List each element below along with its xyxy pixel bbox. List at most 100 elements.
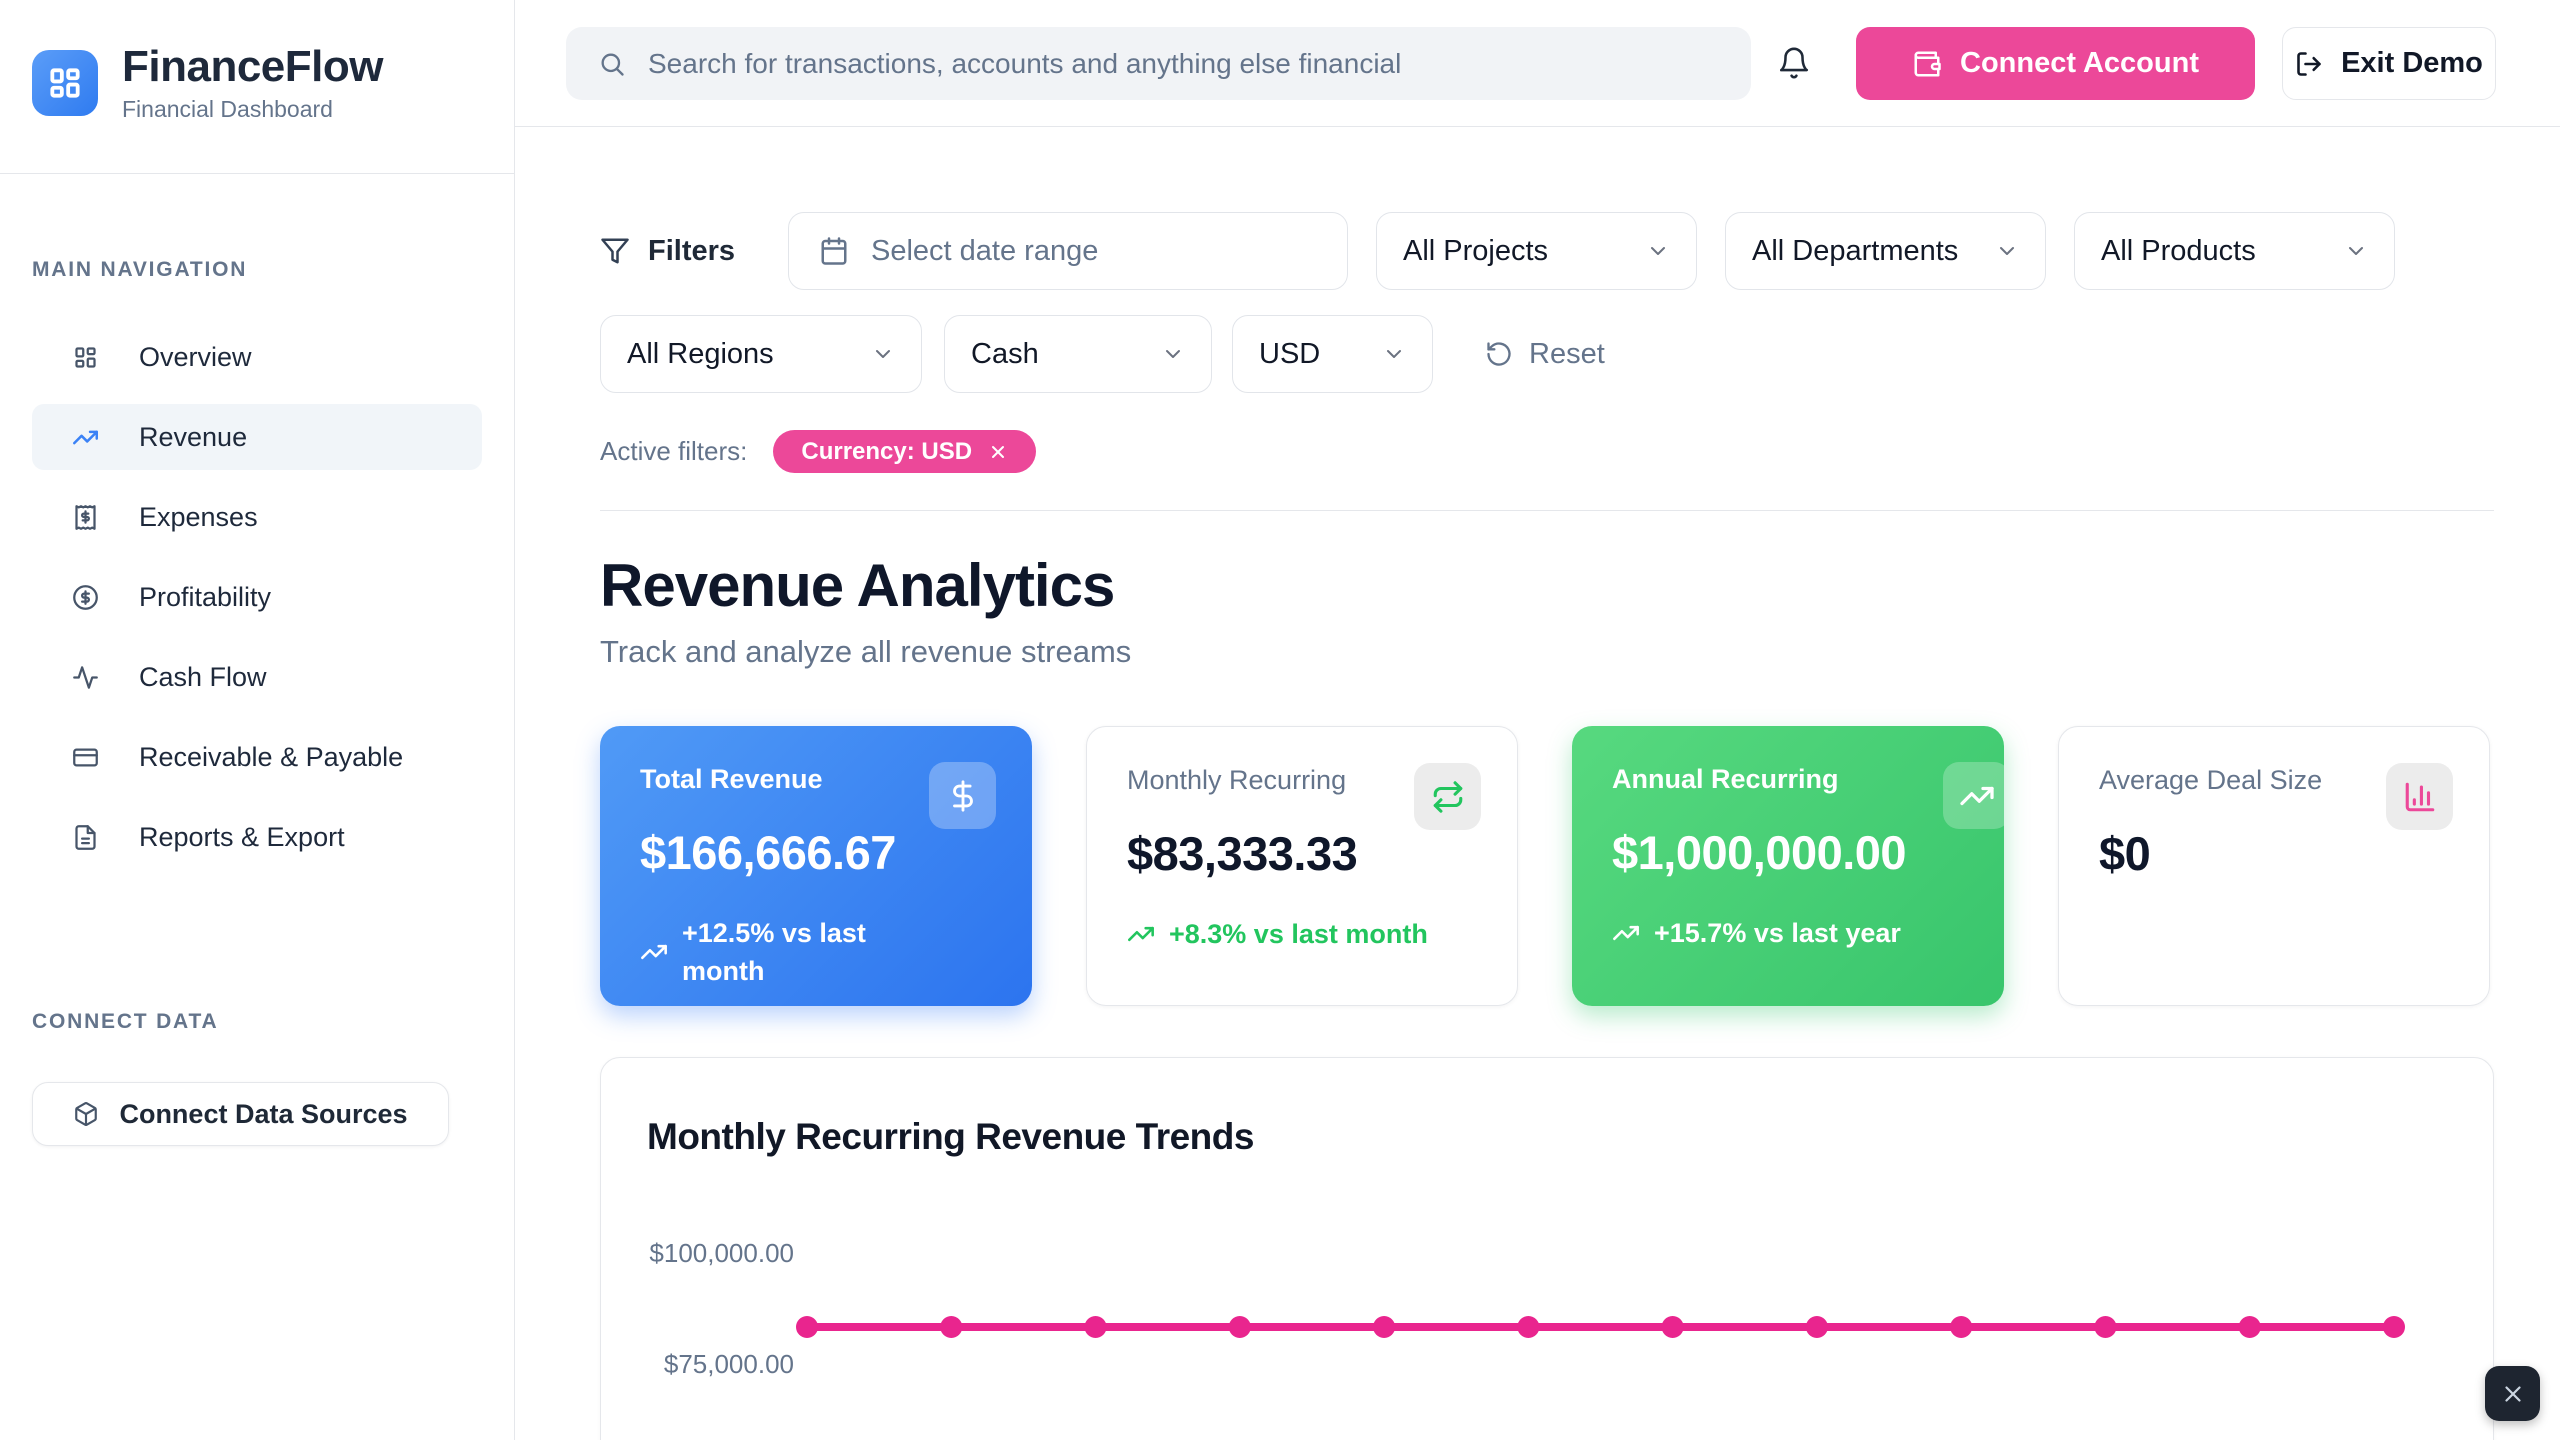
- sidebar-item-expenses[interactable]: Expenses: [32, 484, 482, 550]
- chevron-down-icon: [871, 342, 895, 366]
- receipt-icon: [72, 504, 99, 531]
- funnel-icon: [600, 236, 630, 266]
- sidebar-item-label: Profitability: [139, 582, 271, 613]
- circle-dollar-icon: [72, 584, 99, 611]
- credit-card-icon: [72, 744, 99, 771]
- search-box: [566, 27, 1751, 100]
- app-title: FinanceFlow: [122, 42, 383, 92]
- connect-account-button[interactable]: Connect Account: [1856, 27, 2255, 100]
- nav-section-label: MAIN NAVIGATION: [0, 258, 514, 282]
- sidebar: FinanceFlow Financial Dashboard MAIN NAV…: [0, 0, 515, 1440]
- date-range-input[interactable]: Select date range: [788, 212, 1348, 290]
- sidebar-item-label: Receivable & Payable: [139, 742, 403, 773]
- data-point-marker[interactable]: [2094, 1316, 2116, 1338]
- data-point-marker[interactable]: [1806, 1316, 1828, 1338]
- sidebar-item-reports-export[interactable]: Reports & Export: [32, 804, 482, 870]
- stat-card-annual-recurring: Annual Recurring $1,000,000.00 +15.7% vs…: [1572, 726, 2004, 1006]
- departments-select[interactable]: All Departments: [1725, 212, 2046, 290]
- projects-select[interactable]: All Projects: [1376, 212, 1697, 290]
- date-range-placeholder: Select date range: [871, 235, 1098, 268]
- file-text-icon: [72, 824, 99, 851]
- filter-chip-currency[interactable]: Currency: USD: [773, 430, 1036, 473]
- active-filters-label: Active filters:: [600, 436, 747, 467]
- payment-type-select[interactable]: Cash: [944, 315, 1212, 393]
- data-point-marker[interactable]: [1373, 1316, 1395, 1338]
- data-point-marker[interactable]: [1085, 1316, 1107, 1338]
- filters-row-2: All Regions Cash USD Reset: [600, 315, 2494, 393]
- data-point-marker[interactable]: [1517, 1316, 1539, 1338]
- stat-value: $0: [2099, 826, 2449, 881]
- app-subtitle: Financial Dashboard: [122, 96, 383, 123]
- bell-icon: [1777, 46, 1811, 83]
- reset-label: Reset: [1529, 338, 1605, 371]
- trending-up-icon: [1612, 919, 1640, 947]
- main-navigation: Overview Revenue Expenses Profitability …: [0, 324, 514, 870]
- data-point-marker[interactable]: [1229, 1316, 1251, 1338]
- connect-data-section-label: CONNECT DATA: [0, 1010, 514, 1034]
- chevron-down-icon: [1382, 342, 1406, 366]
- departments-select-value: All Departments: [1752, 235, 1958, 268]
- calendar-icon: [819, 236, 849, 266]
- exit-demo-button[interactable]: Exit Demo: [2282, 27, 2496, 100]
- activity-icon: [72, 664, 99, 691]
- data-point-marker[interactable]: [2383, 1316, 2405, 1338]
- connect-account-label: Connect Account: [1960, 47, 2199, 80]
- projects-select-value: All Projects: [1403, 235, 1548, 268]
- cube-icon: [73, 1101, 99, 1127]
- topbar: Connect Account Exit Demo: [515, 0, 2560, 127]
- x-icon: [2500, 1381, 2526, 1407]
- reset-filters-button[interactable]: Reset: [1485, 338, 1605, 371]
- rotate-ccw-icon: [1485, 340, 1513, 368]
- sidebar-item-label: Revenue: [139, 422, 247, 453]
- app-logo-icon: [32, 50, 98, 116]
- chevron-down-icon: [1995, 239, 2019, 263]
- notifications-button[interactable]: [1771, 41, 1817, 87]
- stat-trend: +12.5% vs last month: [640, 914, 992, 990]
- data-point-marker[interactable]: [1950, 1316, 1972, 1338]
- chevron-down-icon: [2344, 239, 2368, 263]
- filters-row-1: Filters Select date range All Projects A…: [600, 212, 2494, 290]
- sidebar-item-label: Cash Flow: [139, 662, 267, 693]
- stat-value: $166,666.67: [640, 825, 992, 880]
- stat-trend-text: +12.5% vs last month: [682, 914, 942, 990]
- connect-data-sources-label: Connect Data Sources: [119, 1099, 407, 1130]
- repeat-icon: [1414, 763, 1481, 830]
- stat-card-total-revenue: Total Revenue $166,666.67 +12.5% vs last…: [600, 726, 1032, 1006]
- stat-label: Annual Recurring: [1612, 764, 1964, 795]
- regions-select[interactable]: All Regions: [600, 315, 922, 393]
- stat-value: $1,000,000.00: [1612, 825, 1964, 880]
- products-select-value: All Products: [2101, 235, 2256, 268]
- exit-demo-label: Exit Demo: [2341, 47, 2483, 80]
- regions-select-value: All Regions: [627, 338, 774, 371]
- sidebar-divider: [0, 173, 514, 174]
- x-icon[interactable]: [988, 442, 1008, 462]
- sidebar-item-label: Reports & Export: [139, 822, 345, 853]
- sidebar-item-label: Expenses: [139, 502, 258, 533]
- data-point-marker[interactable]: [940, 1316, 962, 1338]
- filter-chip-label: Currency: USD: [801, 438, 972, 466]
- sidebar-item-overview[interactable]: Overview: [32, 324, 482, 390]
- filters-head: Filters: [600, 235, 760, 268]
- data-point-marker[interactable]: [796, 1316, 818, 1338]
- page-subtitle: Track and analyze all revenue streams: [600, 634, 2494, 670]
- trending-up-icon: [72, 424, 99, 451]
- sidebar-item-revenue[interactable]: Revenue: [32, 404, 482, 470]
- financeflow-app: FinanceFlow Financial Dashboard MAIN NAV…: [0, 0, 2560, 1440]
- trending-up-icon: [1127, 920, 1155, 948]
- stat-trend: +15.7% vs last year: [1612, 914, 1964, 952]
- sidebar-item-profitability[interactable]: Profitability: [32, 564, 482, 630]
- sidebar-item-cash-flow[interactable]: Cash Flow: [32, 644, 482, 710]
- products-select[interactable]: All Products: [2074, 212, 2395, 290]
- stat-cards: Total Revenue $166,666.67 +12.5% vs last…: [600, 726, 2494, 1006]
- search-input[interactable]: [648, 48, 1719, 80]
- currency-select-value: USD: [1259, 338, 1320, 371]
- chevron-down-icon: [1646, 239, 1670, 263]
- data-point-marker[interactable]: [1662, 1316, 1684, 1338]
- chevron-down-icon: [1161, 342, 1185, 366]
- currency-select[interactable]: USD: [1232, 315, 1433, 393]
- active-filters-row: Active filters: Currency: USD: [600, 430, 2494, 473]
- data-point-marker[interactable]: [2239, 1316, 2261, 1338]
- dismiss-demo-button[interactable]: [2485, 1366, 2540, 1421]
- sidebar-item-receivable-payable[interactable]: Receivable & Payable: [32, 724, 482, 790]
- connect-data-sources-button[interactable]: Connect Data Sources: [32, 1082, 449, 1146]
